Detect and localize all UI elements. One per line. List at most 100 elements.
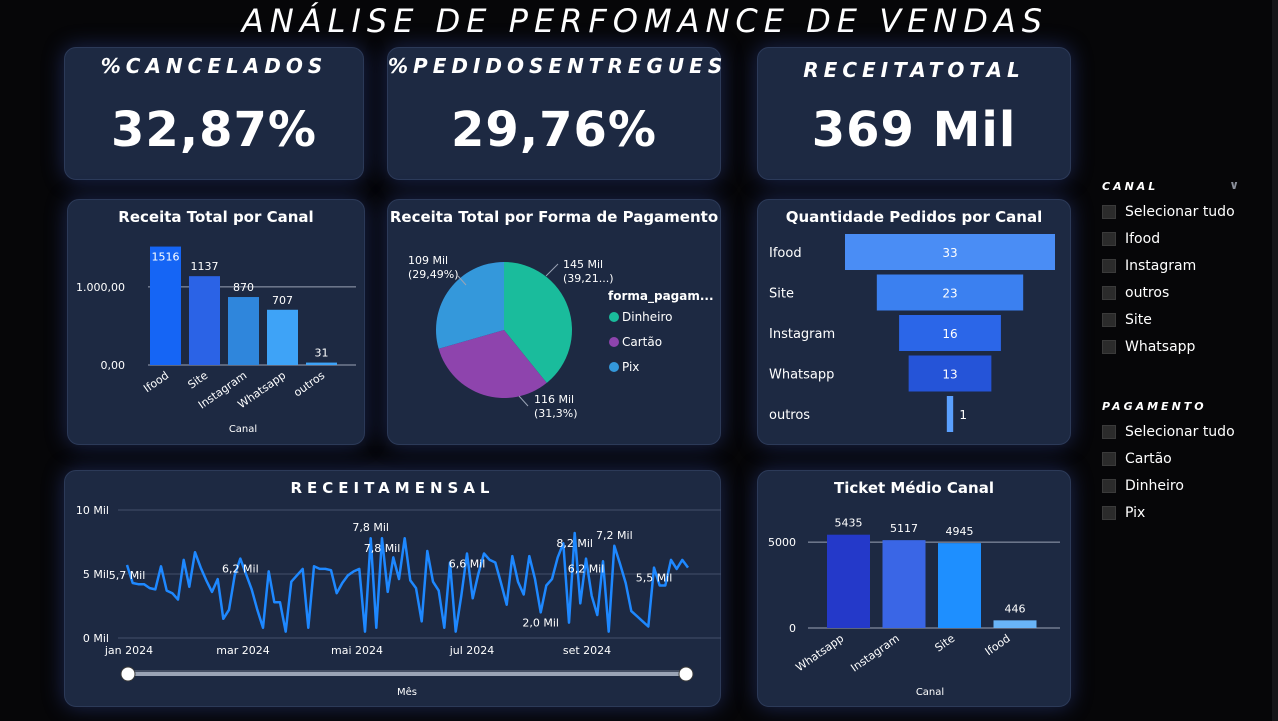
data-label: 5,5 Mil [636, 572, 673, 585]
revenue-line [125, 531, 690, 633]
bar-instagram [882, 540, 926, 628]
ticket-medio-card[interactable]: Ticket Médio Canal 5000 0 5435 Whatsapp 5117… [757, 470, 1071, 707]
slicer-pagamento-option[interactable]: Selecionar tudo [1102, 418, 1272, 445]
funnel-value: 13 [942, 368, 957, 382]
y-tick-label: 5 Mil [83, 568, 109, 581]
kpi-cancelados-label: %CANCELADOS [100, 54, 328, 78]
pie-value-label: 145 Mil [563, 258, 603, 271]
slicer-canal-option-label: Site [1125, 311, 1152, 328]
legend-item: Cartão [622, 335, 662, 349]
slicer-canal-option[interactable]: Site [1102, 306, 1272, 333]
checkbox[interactable] [1102, 204, 1116, 219]
slicer-pagamento-option-label: Selecionar tudo [1125, 423, 1235, 440]
checkbox[interactable] [1102, 478, 1116, 493]
kpi-entregues-value: 29,76% [451, 102, 657, 158]
funnel-label-outros: outros [769, 408, 810, 423]
bar-ifood [150, 246, 181, 365]
kpi-receita-card[interactable]: RECEITATOTAL 369 Mil [757, 47, 1071, 180]
bar-whatsapp [267, 309, 298, 365]
pie-value-label: 109 Mil [408, 254, 448, 267]
data-label: 5435 [835, 517, 863, 530]
x-tick-label: mar 2024 [216, 644, 269, 657]
pie-value-label: 116 Mil [534, 393, 574, 406]
pie-percent-label: (39,21...) [563, 272, 614, 285]
data-label: 8,2 Mil [556, 537, 593, 550]
x-tick-label: mai 2024 [331, 644, 383, 657]
data-label: 707 [272, 294, 293, 307]
x-tick-label: Whatsapp [793, 632, 846, 674]
x-tick-label: jan 2024 [104, 644, 153, 657]
kpi-entregues-card[interactable]: %PEDIDOSENTREGUES 29,76% [387, 47, 728, 180]
slicer-canal-option[interactable]: outros [1102, 279, 1272, 306]
slicer-canal-option-label: Selecionar tudo [1125, 203, 1235, 220]
slicer-pagamento-title: PAGAMENTO [1102, 400, 1207, 413]
slicer-canal-option-label: Ifood [1125, 230, 1161, 247]
ticket-medio-chart: 5000 0 5435 Whatsapp 5117 Instagram 4945 Site 44… [768, 517, 1060, 698]
pie-percent-label: (31,3%) [534, 407, 578, 420]
slicer-canal-option[interactable]: Selecionar tudo [1102, 198, 1272, 225]
slicer-pagamento-option[interactable]: Dinheiro [1102, 472, 1272, 499]
data-label: 1137 [191, 260, 219, 273]
receita-canal-card[interactable]: Receita Total por Canal 1.000,00 0,00 1516… [67, 199, 365, 445]
funnel-value: 1 [959, 408, 967, 422]
range-slider-end-handle[interactable] [678, 666, 694, 682]
funnel-label-instagram: Instagram [769, 327, 835, 342]
checkbox[interactable] [1102, 231, 1116, 246]
x-tick-label: Ifood [141, 369, 171, 395]
slicer-canal-option-label: Instagram [1125, 257, 1197, 274]
bar-site [938, 543, 981, 628]
funnel-value: 23 [942, 287, 957, 301]
receita-mensal-card[interactable]: RECEITAMENSAL 10 Mil 5 Mil 0 Mil 5,7 Mil 6,2… [64, 470, 721, 707]
y-tick-label: 10 Mil [76, 504, 109, 517]
x-axis-label: Canal [229, 424, 257, 435]
x-tick-label: Ifood [983, 632, 1013, 658]
leader-line [518, 395, 529, 407]
page-scrollbar[interactable] [1272, 0, 1278, 721]
checkbox[interactable] [1102, 258, 1116, 273]
y-tick-label: 1.000,00 [76, 281, 125, 294]
funnel-label-whatsapp: Whatsapp [769, 368, 834, 383]
kpi-receita-value: 369 Mil [811, 102, 1017, 158]
x-tick-label: Site [185, 369, 210, 392]
checkbox[interactable] [1102, 451, 1116, 466]
y-tick-label: 5000 [768, 536, 796, 549]
data-label: 7,8 Mil [364, 542, 401, 555]
slicer-pagamento-option[interactable]: Pix [1102, 499, 1272, 526]
checkbox[interactable] [1102, 339, 1116, 354]
receita-pagamento-chart: 145 Mil(39,21...) 116 Mil(31,3%) 109 Mil(2… [408, 254, 714, 420]
y-tick-label: 0,00 [101, 359, 126, 372]
kpi-cancelados-card[interactable]: %CANCELADOS 32,87% [64, 47, 364, 180]
data-label: 446 [1005, 602, 1026, 615]
data-label: 7,8 Mil [352, 521, 389, 534]
pedidos-canal-card[interactable]: Quantidade Pedidos por Canal Ifood 33 Site… [757, 199, 1071, 445]
data-label: 870 [233, 281, 254, 294]
checkbox[interactable] [1102, 312, 1116, 327]
slicer-canal-option[interactable]: Ifood [1102, 225, 1272, 252]
checkbox[interactable] [1102, 424, 1116, 439]
slicer-pagamento: PAGAMENTO Selecionar tudo Cartão Dinheiro P… [1102, 400, 1272, 526]
bar-instagram [228, 297, 259, 365]
receita-mensal-chart: 10 Mil5 Mil0 Mil5,7 Mil 6,2 Mil7,8 Mil7,8… [76, 504, 721, 698]
slicer-pagamento-option[interactable]: Cartão [1102, 445, 1272, 472]
slicer-pagamento-option-label: Dinheiro [1125, 477, 1184, 494]
receita-pagamento-card[interactable]: Receita Total por Forma de Pagamento 145… [387, 199, 721, 445]
data-label: 6,2 Mil [568, 563, 605, 576]
range-slider-start-handle[interactable] [120, 666, 136, 682]
slicer-canal-option[interactable]: Whatsapp [1102, 333, 1272, 360]
checkbox[interactable] [1102, 505, 1116, 520]
slicer-canal-option[interactable]: Instagram [1102, 252, 1272, 279]
checkbox[interactable] [1102, 285, 1116, 300]
bar-outros [306, 362, 337, 365]
x-tick-label: jul 2024 [449, 644, 495, 657]
chevron-down-icon[interactable]: ∨ [1229, 178, 1242, 192]
x-tick-label: outros [291, 369, 327, 400]
slicer-pagamento-option-label: Cartão [1125, 450, 1172, 467]
pie-percent-label: (29,49%) [408, 268, 459, 281]
legend-title: forma_pagam... [608, 289, 714, 304]
slicer-canal: CANAL ∨ Selecionar tudo Ifood Instagram out… [1102, 178, 1272, 360]
x-tick-label: Instagram [848, 632, 901, 675]
receita-canal-chart: 1.000,000,001516Ifood1137Site870Instagra… [76, 246, 356, 435]
x-tick-label: set 2024 [563, 644, 611, 657]
kpi-entregues-label: %PEDIDOSENTREGUES [388, 54, 728, 78]
funnel-label-site: Site [769, 287, 794, 302]
